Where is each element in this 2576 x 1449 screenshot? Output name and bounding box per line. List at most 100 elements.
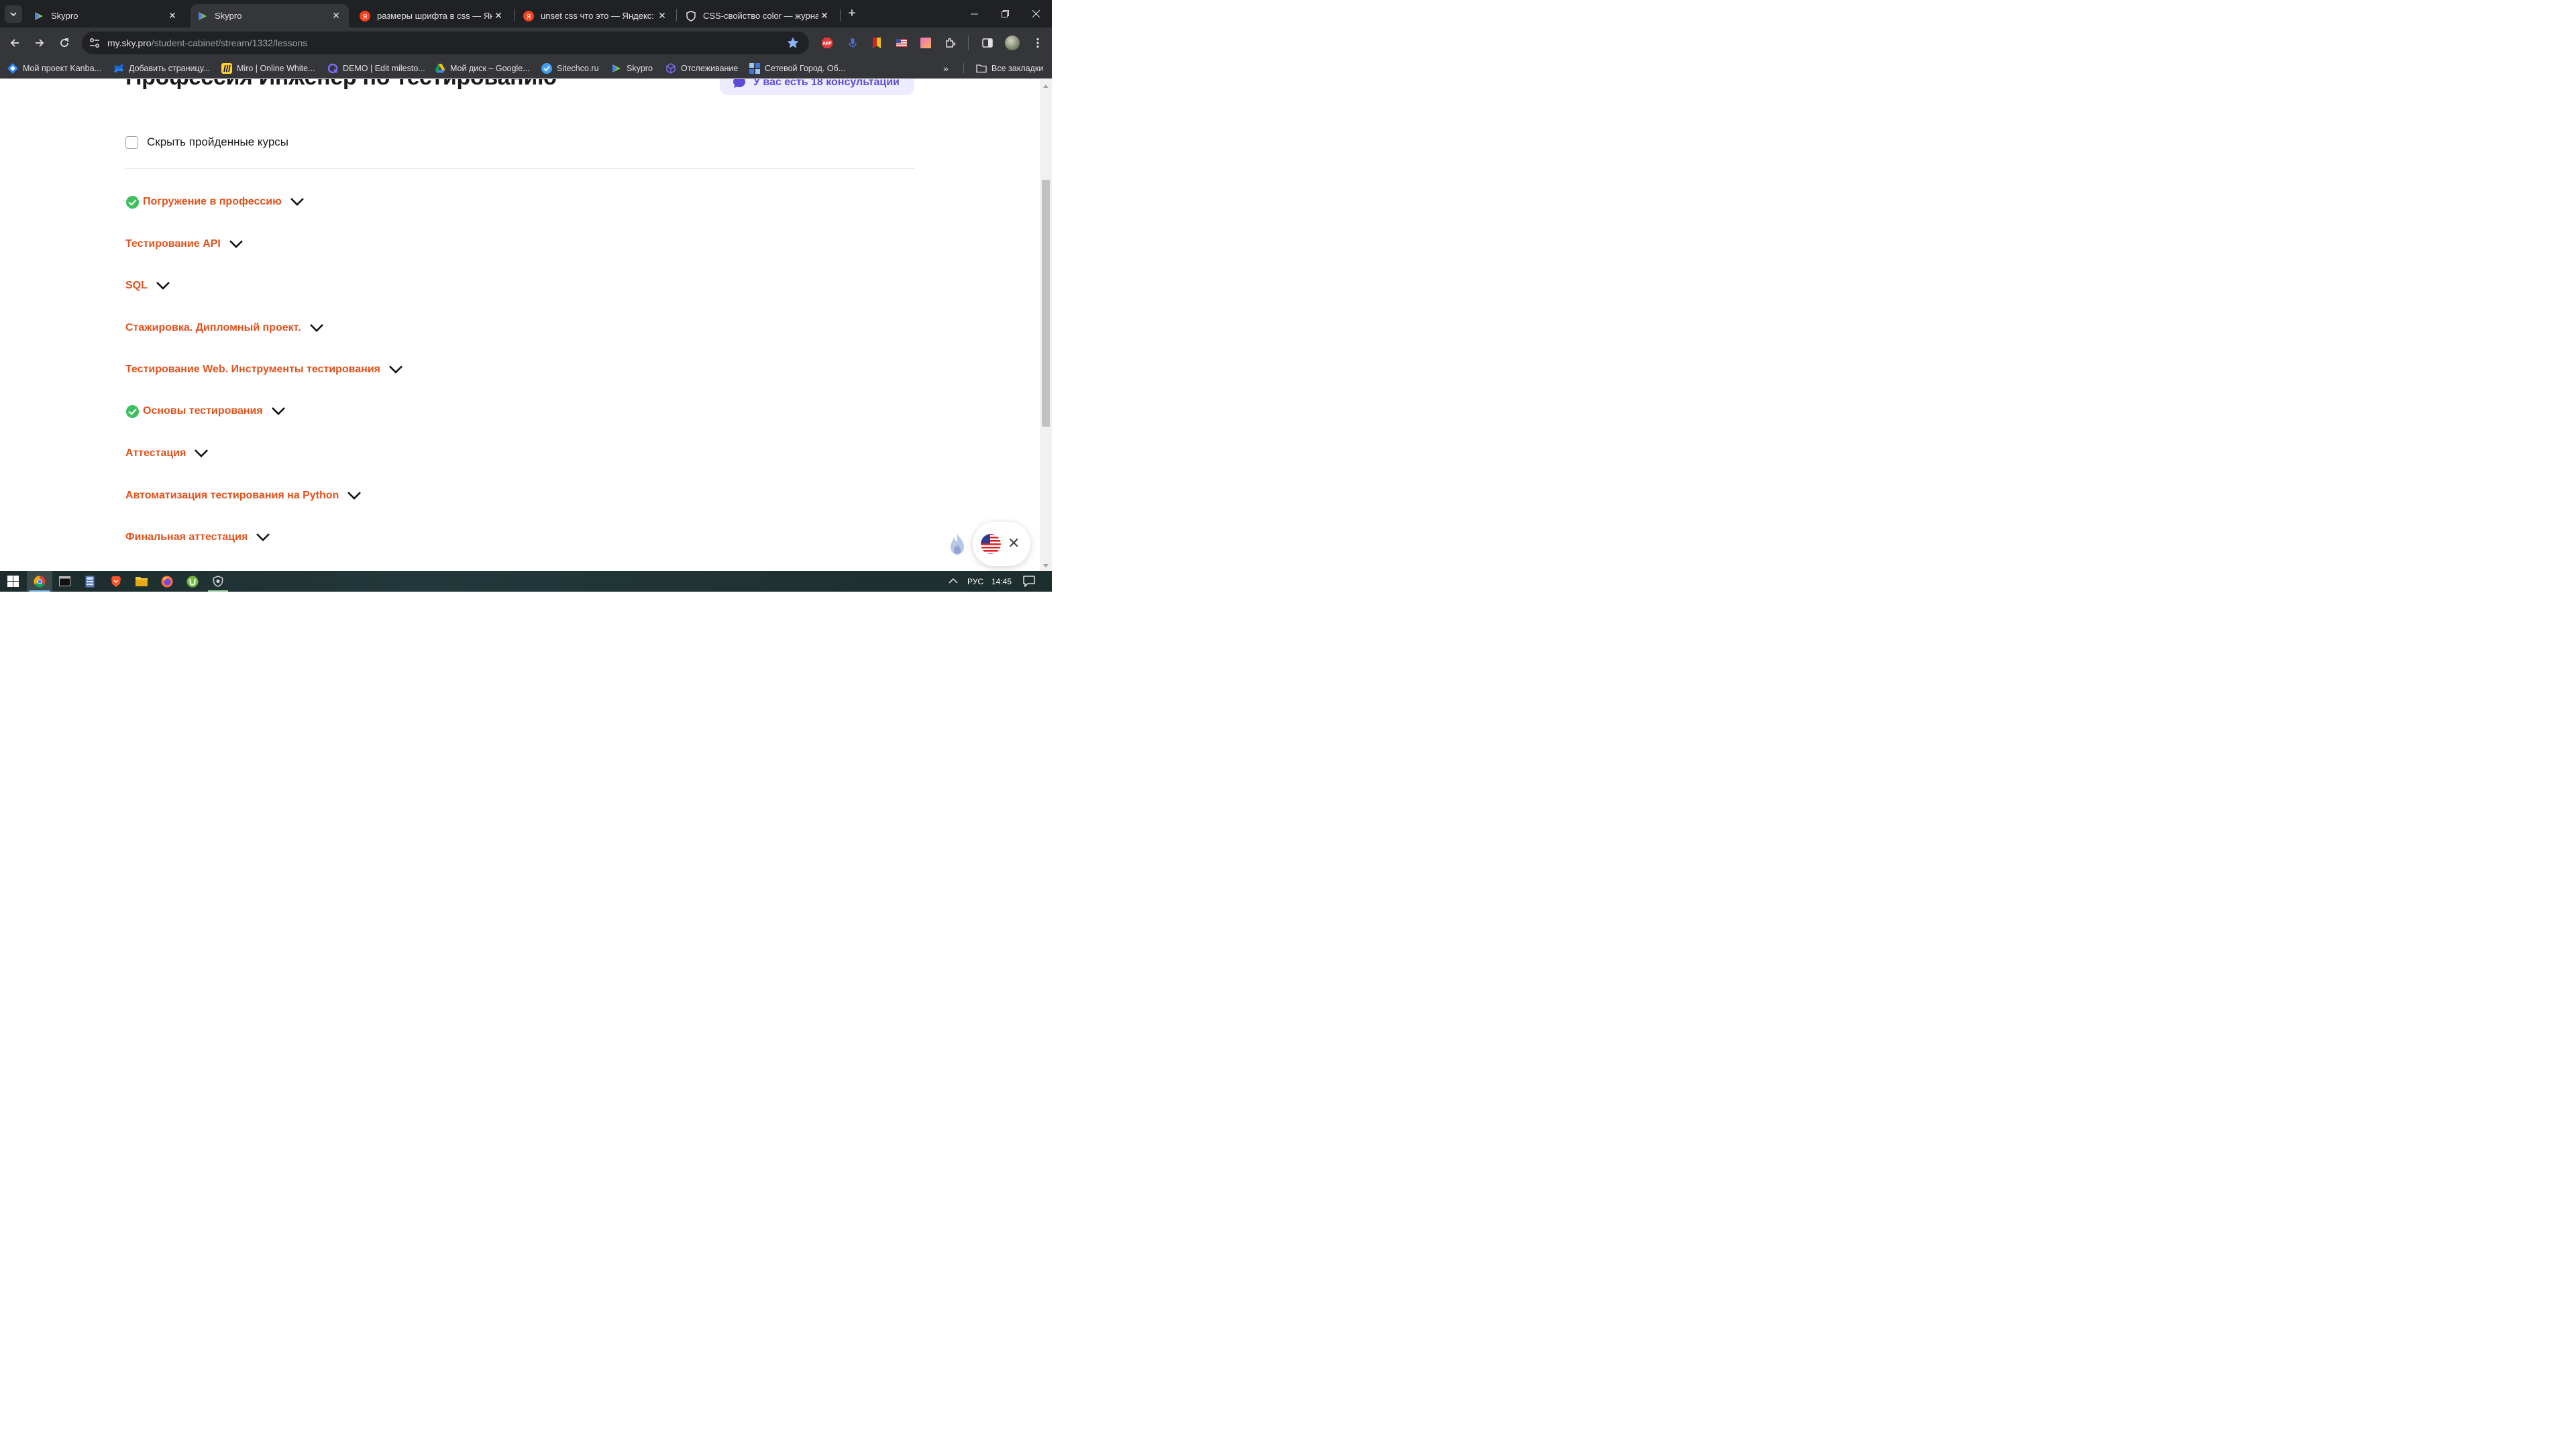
translate-widget[interactable]: ✕ — [973, 522, 1030, 566]
folder-icon — [136, 577, 148, 586]
minimize-icon[interactable] — [966, 5, 982, 21]
bookmark-miro[interactable]: Miro | Online White... — [221, 62, 315, 74]
course-item-internship[interactable]: Стажировка. Дипломный проект. — [125, 319, 324, 337]
chevron-down-icon — [10, 12, 17, 17]
tab-title: Skypro — [215, 11, 242, 21]
language-indicator[interactable]: РУС — [967, 577, 983, 586]
bookmark-qase[interactable]: DEMO | Edit milesto... — [327, 62, 425, 74]
taskbar-app-shield[interactable] — [205, 571, 231, 592]
taskbar-file-explorer[interactable] — [129, 571, 154, 592]
more-bookmarks-button[interactable]: » — [943, 62, 949, 74]
course-name: Тестирование Web. Инструменты тестирован… — [125, 364, 381, 375]
all-bookmarks-button[interactable]: Все закладки — [976, 62, 1043, 74]
back-button[interactable] — [6, 34, 23, 52]
bookmark-confluence[interactable]: Добавить страницу... — [113, 62, 210, 74]
close-icon[interactable]: ✕ — [1008, 536, 1020, 551]
forward-button[interactable] — [31, 34, 48, 52]
check-badge-icon — [541, 63, 552, 74]
course-name: Тестирование API — [125, 238, 221, 250]
skypro-icon — [199, 11, 207, 20]
close-tab-icon[interactable]: ✕ — [818, 10, 830, 21]
close-tab-icon[interactable]: ✕ — [166, 10, 178, 21]
windows-logo-icon — [7, 576, 19, 587]
restore-icon[interactable] — [997, 5, 1013, 21]
reload-button[interactable] — [56, 34, 73, 52]
tab-separator — [676, 9, 677, 21]
course-item-api-testing[interactable]: Тестирование API — [125, 235, 244, 253]
chevron-down-icon[interactable] — [229, 239, 244, 249]
scroll-up-arrow-icon[interactable] — [1043, 85, 1049, 88]
taskbar-terminal[interactable] — [52, 571, 77, 592]
side-panel-icon[interactable] — [981, 37, 994, 49]
notification-icon[interactable] — [1023, 576, 1035, 587]
browser-tab-2[interactable]: Skypro ✕ — [191, 4, 349, 28]
course-item-final-attestation[interactable]: Финальная аттестация — [125, 529, 270, 546]
fire-icon[interactable] — [948, 533, 967, 555]
extensions-puzzle-icon[interactable] — [945, 37, 957, 49]
bookmark-google-drive[interactable]: Мой диск – Google... — [435, 62, 530, 74]
adblock-plus-icon[interactable]: ABP — [821, 37, 833, 49]
course-item-attestation[interactable]: Аттестация — [125, 445, 209, 462]
taskbar-firefox[interactable] — [154, 571, 180, 592]
chrome-icon — [34, 575, 46, 588]
skypro-icon — [612, 64, 621, 72]
course-item-python-automation[interactable]: Автоматизация тестирования на Python — [125, 487, 362, 504]
address-bar[interactable]: my.sky.pro/student-cabinet/stream/1332/l… — [82, 32, 809, 54]
bookmark-flag-icon[interactable] — [871, 37, 883, 49]
url-text: my.sky.pro/student-cabinet/stream/1332/l… — [107, 38, 307, 48]
browser-tab-4[interactable]: Я unset css что это — Яндекс: на ✕ — [517, 4, 675, 28]
us-flag-icon[interactable] — [980, 533, 1002, 555]
new-tab-button[interactable]: + — [844, 6, 860, 22]
site-info-icon[interactable] — [89, 37, 101, 49]
bookmark-sitechco[interactable]: Sitechco.ru — [541, 62, 599, 74]
course-item-testing-basics[interactable]: Основы тестирования — [125, 402, 286, 420]
us-flag-icon[interactable] — [896, 37, 908, 49]
close-window-icon[interactable] — [1028, 5, 1044, 21]
taskbar-calculator[interactable] — [77, 571, 103, 592]
chevron-down-icon[interactable] — [194, 449, 209, 458]
hide-completed-toggle[interactable]: Скрыть пройденные курсы — [125, 136, 288, 149]
chevron-down-icon[interactable] — [388, 365, 403, 374]
google-drive-icon — [435, 64, 445, 73]
chevron-down-icon[interactable] — [290, 197, 305, 207]
bookmark-network-city[interactable]: Сетевой Город. Об... — [749, 62, 845, 74]
bookmark-star-icon[interactable] — [786, 36, 800, 50]
gradient-extension-icon[interactable] — [920, 37, 932, 49]
taskbar-utorrent[interactable] — [180, 571, 205, 592]
course-item-web-testing[interactable]: Тестирование Web. Инструменты тестирован… — [125, 361, 403, 378]
chevron-down-icon[interactable] — [271, 407, 286, 416]
tab-title: Skypro — [51, 11, 78, 21]
chevron-down-icon[interactable] — [309, 323, 324, 333]
bookmark-label: DEMO | Edit milesto... — [343, 64, 425, 73]
bookmark-skypro[interactable]: Skypro — [611, 62, 653, 74]
taskbar-brave[interactable] — [103, 571, 129, 592]
browser-tab-5[interactable]: CSS-свойство color — журнал ✕ — [679, 4, 837, 28]
browser-tab-1[interactable]: Skypro ✕ — [27, 4, 185, 28]
tab-separator — [514, 9, 515, 21]
bookmark-kanban[interactable]: Мой проект Kanba... — [7, 62, 101, 74]
hide-completed-checkbox[interactable] — [125, 136, 138, 149]
tab-search-button[interactable] — [5, 5, 22, 23]
chevron-up-icon[interactable] — [949, 578, 958, 584]
chevron-down-icon[interactable] — [347, 491, 362, 500]
browser-tab-3[interactable]: Я размеры шрифта в css — Яндекс ✕ — [353, 4, 511, 28]
microphone-icon[interactable] — [847, 37, 859, 49]
more-menu-icon[interactable] — [1032, 37, 1044, 49]
course-item-immersion[interactable]: Погружение в профессию — [125, 193, 305, 211]
course-item-sql[interactable]: SQL — [125, 277, 170, 294]
clock[interactable]: 14:45 — [991, 577, 1012, 586]
chevron-down-icon[interactable] — [156, 281, 170, 290]
profile-avatar[interactable] — [1005, 36, 1020, 50]
close-tab-icon[interactable]: ✕ — [330, 10, 342, 21]
start-button[interactable] — [0, 571, 25, 592]
page-scrollbar[interactable] — [1040, 79, 1052, 571]
consultations-button[interactable]: У вас есть 18 консультаций — [720, 79, 914, 95]
scroll-down-arrow-icon[interactable] — [1043, 564, 1049, 568]
close-tab-icon[interactable]: ✕ — [492, 10, 504, 21]
bookmark-tracking[interactable]: Отслеживание — [665, 62, 738, 74]
chevron-down-icon[interactable] — [256, 533, 270, 542]
scrollbar-thumb[interactable] — [1042, 180, 1050, 427]
firefox-icon — [161, 576, 173, 587]
close-tab-icon[interactable]: ✕ — [656, 10, 668, 21]
taskbar-chrome[interactable] — [27, 571, 52, 592]
